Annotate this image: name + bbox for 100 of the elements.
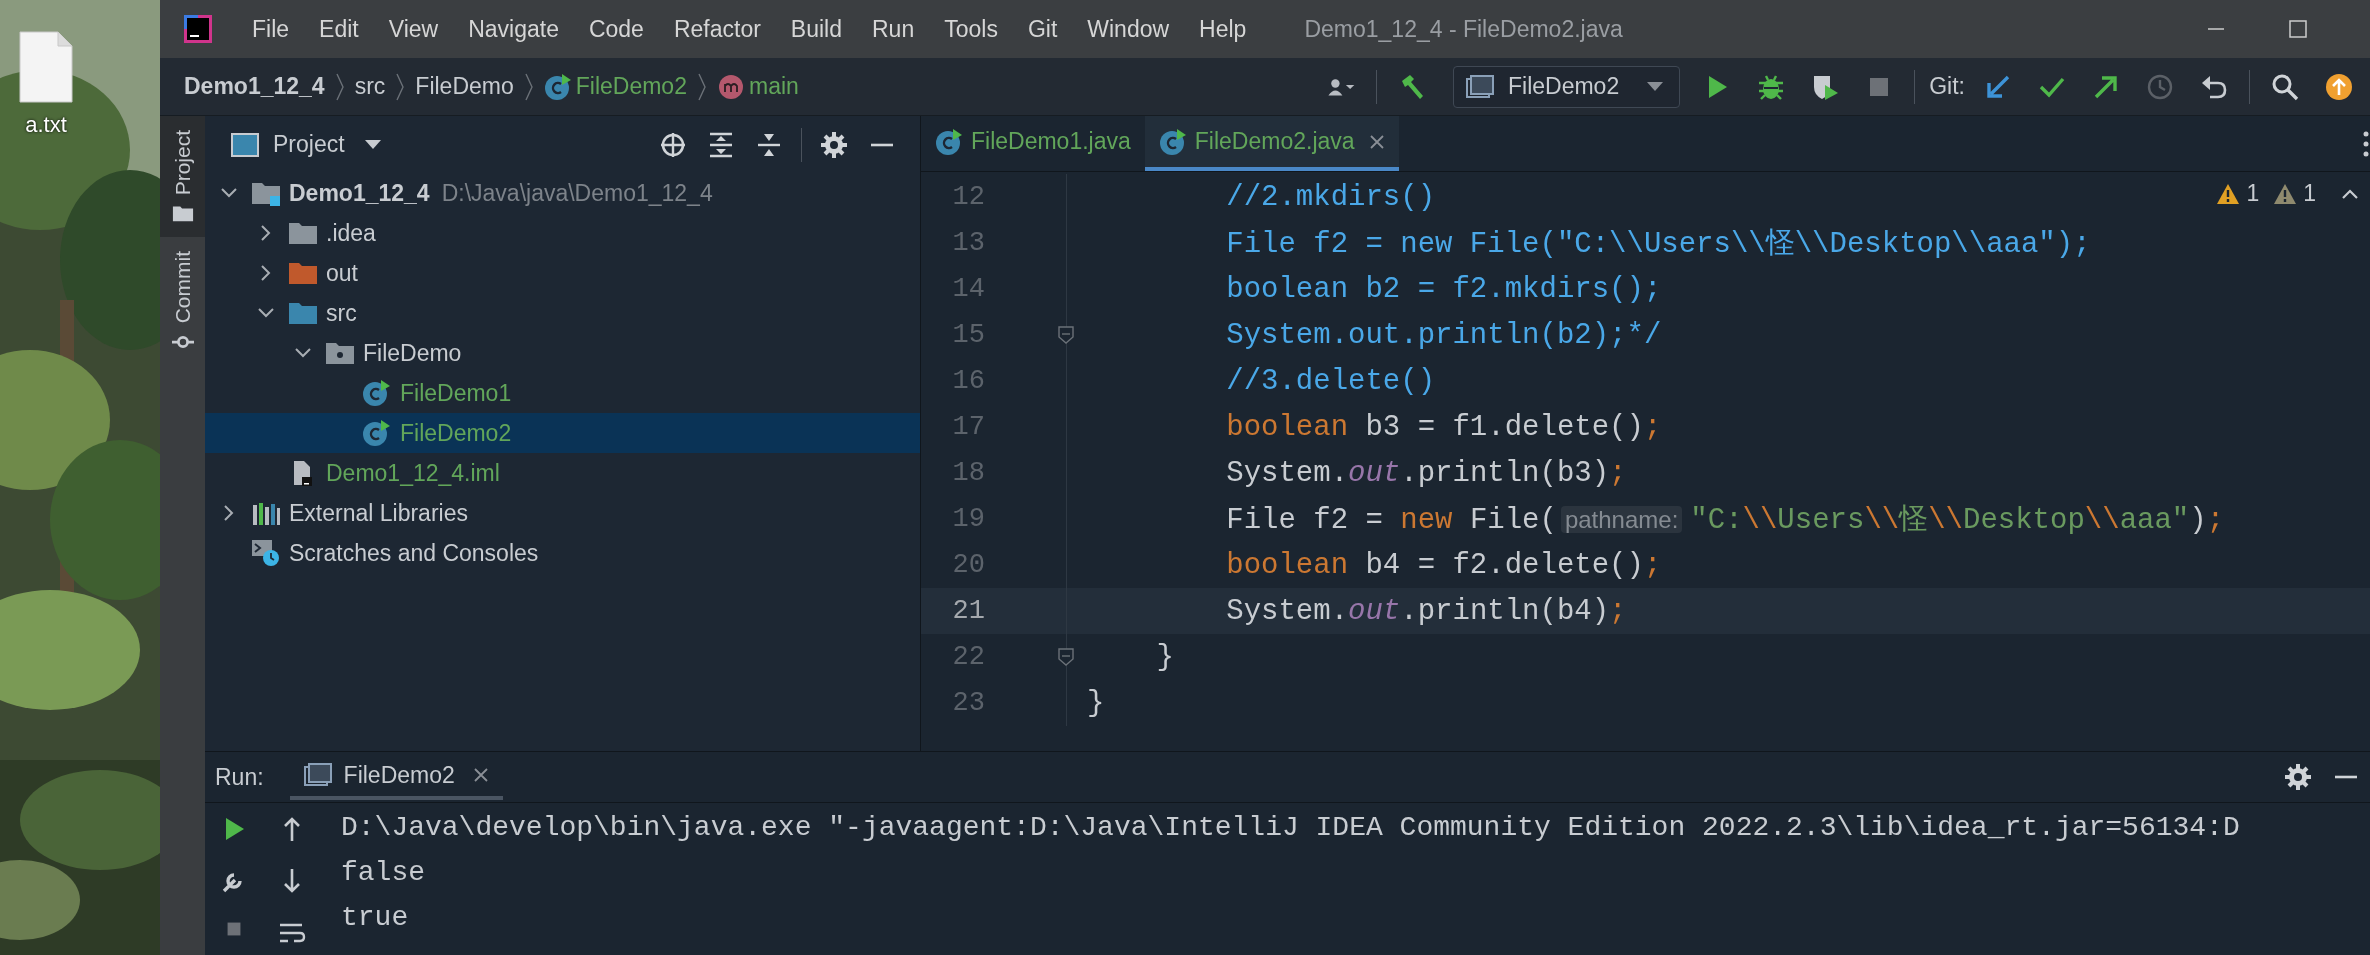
tree-item[interactable]: FileDemo1: [205, 373, 920, 413]
line-number: 12: [951, 182, 985, 212]
tree-item[interactable]: .idea: [205, 213, 920, 253]
line-number: 18: [951, 458, 985, 488]
class-icon: [543, 72, 572, 101]
window-icon: [231, 132, 259, 157]
menu-item[interactable]: Run: [872, 15, 915, 43]
more-icon[interactable]: [2362, 129, 2370, 158]
close-icon[interactable]: [1368, 133, 1385, 150]
code-line: boolean b4 = f2.delete();: [1225, 548, 1662, 582]
fold-icon[interactable]: [1058, 648, 1074, 666]
class-icon: [362, 419, 392, 447]
maximize-icon[interactable]: [2288, 19, 2308, 39]
line-number: 21: [951, 596, 985, 626]
file-name: a.txt: [25, 112, 67, 138]
update-badge-icon[interactable]: [2325, 72, 2353, 101]
breadcrumb-item[interactable]: FileDemo: [415, 73, 514, 100]
code-line: //3.delete(): [1225, 364, 1436, 398]
run-label: Run:: [215, 763, 264, 791]
fold-icon[interactable]: [1058, 326, 1074, 344]
menu-item[interactable]: Help: [1199, 15, 1247, 43]
run-config-dropdown[interactable]: FileDemo2: [1453, 65, 1681, 108]
search-icon[interactable]: [2271, 72, 2299, 101]
line-number: 14: [951, 274, 985, 304]
console-clock-icon: [251, 539, 281, 567]
code-line: System.out.println(b3);: [1225, 456, 1627, 490]
code-line: boolean b3 = f1.delete();: [1225, 410, 1662, 444]
chevron-icon: [334, 71, 345, 102]
breadcrumb-item[interactable]: main: [716, 72, 799, 101]
tree-item[interactable]: FileDemo: [205, 333, 920, 373]
code-line: boolean b2 = f2.mkdirs();: [1225, 272, 1662, 306]
menu-item[interactable]: Code: [588, 15, 644, 43]
caret-icon: [1647, 81, 1664, 92]
line-number: 20: [951, 550, 985, 580]
warning-icon[interactable]: [2273, 182, 2298, 205]
tree-item[interactable]: FileDemo2: [205, 413, 920, 453]
line-number: 22: [951, 642, 985, 672]
editor-tab[interactable]: FileDemo2.java: [1144, 116, 1399, 171]
tree-item[interactable]: Scratches and Consoles: [205, 533, 920, 573]
editor-tab[interactable]: FileDemo1.java: [921, 116, 1145, 171]
windows-icon: [1466, 74, 1494, 99]
menu-item[interactable]: File: [252, 15, 290, 43]
console-line: D:\Java\develop\bin\java.exe "-javaagent:D:\Java\IntelliJ IDEA Community Edition 2022.2.3\lib\idea_rt.jar=56134:D: [341, 811, 2240, 845]
expand-all-icon[interactable]: [707, 130, 735, 159]
breadcrumb-item[interactable]: src: [354, 73, 386, 100]
close-icon[interactable]: [472, 767, 489, 783]
tool-window-tab[interactable]: Commit: [160, 237, 205, 366]
class-icon: [1158, 127, 1187, 156]
tree-item[interactable]: External Libraries: [205, 493, 920, 533]
breadcrumb-item[interactable]: Demo1_12_4: [184, 73, 325, 100]
tool-window-tab[interactable]: Project: [160, 116, 205, 238]
tree-item[interactable]: Demo1_12_4.iml: [205, 453, 920, 493]
console-line: true: [341, 901, 410, 935]
tree-item[interactable]: src: [205, 293, 920, 333]
menu-item[interactable]: Refactor: [673, 15, 761, 43]
code-line: File f2 = new File("C:\\Users\\怪\\Desktop\\aaa");: [1225, 227, 2091, 263]
line-number: 19: [951, 504, 985, 534]
warning-count[interactable]: 1: [2246, 180, 2260, 207]
menu-item[interactable]: Git: [1027, 15, 1058, 43]
run-tab[interactable]: FileDemo2: [289, 754, 503, 800]
menu-item[interactable]: Navigate: [468, 15, 559, 43]
menu-item[interactable]: Tools: [944, 15, 998, 43]
line-number: 15: [951, 320, 985, 350]
menu-item[interactable]: Window: [1087, 15, 1170, 43]
menu-item[interactable]: View: [388, 15, 439, 43]
method-icon: [716, 72, 745, 101]
window-title: Demo1_12_4 - FileDemo2.java: [1304, 15, 1623, 43]
class-icon: [935, 127, 963, 156]
chevron-icon: [395, 71, 406, 102]
line-number: 23: [951, 688, 985, 718]
caret-icon[interactable]: [364, 139, 381, 150]
warning-icon[interactable]: [2216, 182, 2241, 205]
code-line: //2.mkdirs(): [1225, 180, 1436, 214]
project-path: D:\Java\java\Demo1_12_4: [441, 179, 713, 207]
menu-item[interactable]: Build: [790, 15, 842, 43]
app-logo-icon: [184, 15, 212, 43]
tree-item[interactable]: Demo1_12_4 D:\Java\java\Demo1_12_4: [205, 173, 920, 213]
settings-icon[interactable]: [820, 130, 848, 159]
chevron-icon: [696, 71, 707, 102]
warning-count[interactable]: 1: [2303, 180, 2316, 207]
tree-item[interactable]: out: [205, 253, 920, 293]
settings-icon[interactable]: [2284, 763, 2312, 791]
console-line: false: [341, 856, 426, 890]
locate-icon[interactable]: [659, 130, 687, 159]
code-line: File f2 = new File( pathname: "C:\\Users\\怪\\Desktop\\aaa");: [1225, 503, 2225, 539]
line-number: 17: [951, 412, 985, 442]
chevron-icon: [523, 71, 534, 102]
code-line: }: [1155, 640, 1174, 674]
line-number: 13: [951, 228, 985, 258]
git-label: Git:: [1929, 73, 1965, 100]
text-file-icon[interactable]: [18, 30, 74, 104]
code-line: System.out.println(b2);*/: [1225, 318, 1662, 352]
breadcrumb-item[interactable]: FileDemo2: [543, 72, 687, 101]
line-number: 16: [951, 366, 985, 396]
windows-icon: [303, 763, 332, 787]
code-line: System.out.println(b4);: [1225, 594, 1627, 628]
panel-title[interactable]: Project: [273, 131, 345, 158]
code-line: }: [1087, 686, 1105, 720]
menu-item[interactable]: Edit: [319, 15, 359, 43]
class-icon: [362, 379, 392, 407]
